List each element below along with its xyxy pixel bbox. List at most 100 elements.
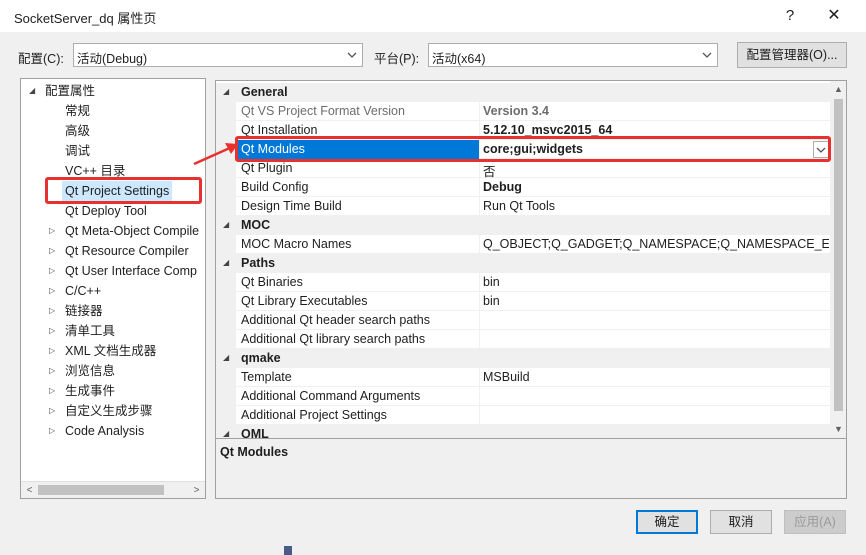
window-title: SocketServer_dq 属性页 xyxy=(14,11,157,26)
grid-category[interactable]: ◢ Paths xyxy=(216,254,830,273)
row-gutter xyxy=(216,178,236,197)
property-name: Additional Qt header search paths xyxy=(241,313,431,327)
scroll-up-icon[interactable]: ▲ xyxy=(830,81,846,98)
configuration-dropdown[interactable]: 活动(Debug) xyxy=(73,43,363,67)
ok-button[interactable]: 确定 xyxy=(636,510,698,534)
tree-item-label: XML 文档生成器 xyxy=(65,344,157,358)
row-gutter xyxy=(216,102,236,121)
expand-triangle-icon[interactable]: ▷ xyxy=(49,261,55,281)
grid-row[interactable]: Design Time Build Run Qt Tools xyxy=(216,197,830,216)
configuration-manager-button[interactable]: 配置管理器(O)... xyxy=(737,42,847,68)
expand-triangle-icon[interactable]: ▷ xyxy=(49,381,55,401)
grid-row[interactable]: Additional Qt library search paths xyxy=(216,330,830,349)
property-value[interactable]: MSBuild xyxy=(483,370,829,384)
column-separator xyxy=(479,406,480,425)
annotation-box-modules xyxy=(235,136,831,162)
grid-row[interactable]: Template MSBuild xyxy=(216,368,830,387)
expand-triangle-icon[interactable]: ▷ xyxy=(49,361,55,381)
property-value[interactable]: bin xyxy=(483,294,829,308)
property-name: Qt Library Executables xyxy=(241,294,368,308)
property-name: Build Config xyxy=(241,180,309,194)
collapse-triangle-icon[interactable]: ◢ xyxy=(223,258,229,267)
property-tree: ◢ 配置属性 常规 高级 调试 VC++ 目录 Qt Project Settings Q… xyxy=(20,78,206,499)
column-separator xyxy=(479,368,480,387)
description-title: Qt Modules xyxy=(220,445,289,459)
property-name: Qt Plugin xyxy=(241,161,293,175)
chevron-down-icon xyxy=(347,52,357,58)
help-button[interactable]: ? xyxy=(776,4,804,28)
expand-triangle-icon[interactable]: ▷ xyxy=(49,421,55,441)
tree-item-label: Code Analysis xyxy=(65,424,145,438)
property-grid: ◢ General Qt VS Project Format Version Vers… xyxy=(215,80,847,439)
platform-dropdown[interactable]: 活动(x64) xyxy=(428,43,718,67)
expand-triangle-icon[interactable]: ▷ xyxy=(49,241,55,261)
grid-row[interactable]: Qt Library Executables bin xyxy=(216,292,830,311)
expand-triangle-icon[interactable]: ▷ xyxy=(49,281,55,301)
grid-row[interactable]: MOC Macro Names Q_OBJECT;Q_GADGET;Q_NAMES… xyxy=(216,235,830,254)
collapse-triangle-icon: ◢ xyxy=(29,86,36,95)
property-name: Design Time Build xyxy=(241,199,342,213)
scrollbar-thumb[interactable] xyxy=(38,485,164,495)
title-bar: SocketServer_dq 属性页 ? ✕ xyxy=(0,0,866,32)
tree-item-label: 常规 xyxy=(65,104,91,118)
grid-category-label: qmake xyxy=(241,351,281,365)
grid-vertical-scrollbar[interactable]: ▲ ▼ xyxy=(830,81,846,438)
grid-category[interactable]: ◢ qmake xyxy=(216,349,830,368)
grid-category-label: QML xyxy=(241,427,269,439)
property-value[interactable]: Q_OBJECT;Q_GADGET;Q_NAMESPACE;Q_NAMESPAC… xyxy=(483,237,829,251)
column-separator xyxy=(479,197,480,216)
annotation-box-tree xyxy=(45,177,202,204)
property-name: Qt Installation xyxy=(241,123,318,137)
configuration-value: 活动(Debug) xyxy=(77,52,148,66)
background-window-edge xyxy=(284,546,292,555)
property-name: Additional Project Settings xyxy=(241,408,387,422)
row-gutter xyxy=(216,406,236,425)
close-button[interactable]: ✕ xyxy=(820,4,848,28)
scroll-left-icon[interactable]: < xyxy=(21,482,38,498)
expand-triangle-icon[interactable]: ▷ xyxy=(49,301,55,321)
row-gutter xyxy=(216,273,236,292)
collapse-triangle-icon[interactable]: ◢ xyxy=(223,353,229,362)
grid-row[interactable]: Qt Binaries bin xyxy=(216,273,830,292)
column-separator xyxy=(479,292,480,311)
grid-category[interactable]: ◢ MOC xyxy=(216,216,830,235)
grid-category-label: Paths xyxy=(241,256,276,270)
row-gutter xyxy=(216,330,236,349)
scroll-right-icon[interactable]: > xyxy=(188,482,205,498)
column-separator xyxy=(479,330,480,349)
expand-triangle-icon[interactable]: ▷ xyxy=(49,401,55,421)
expand-triangle-icon[interactable]: ▷ xyxy=(49,221,55,241)
collapse-triangle-icon[interactable]: ◢ xyxy=(223,87,229,96)
property-value[interactable]: bin xyxy=(483,275,829,289)
grid-row[interactable]: Additional Project Settings xyxy=(216,406,830,425)
grid-row[interactable]: Qt VS Project Format Version Version 3.4 xyxy=(216,102,830,121)
tree-root-label: 配置属性 xyxy=(45,84,96,98)
grid-row[interactable]: Additional Qt header search paths xyxy=(216,311,830,330)
grid-category[interactable]: ◢ General xyxy=(216,83,830,102)
scrollbar-thumb[interactable] xyxy=(834,99,843,411)
collapse-triangle-icon[interactable]: ◢ xyxy=(223,429,229,438)
expand-triangle-icon[interactable]: ▷ xyxy=(49,321,55,341)
row-gutter xyxy=(216,292,236,311)
row-gutter xyxy=(216,311,236,330)
collapse-triangle-icon[interactable]: ◢ xyxy=(223,220,229,229)
property-value[interactable]: 5.12.10_msvc2015_64 xyxy=(483,123,829,137)
grid-row[interactable]: Build Config Debug xyxy=(216,178,830,197)
grid-row[interactable]: Additional Command Arguments xyxy=(216,387,830,406)
cancel-button[interactable]: 取消 xyxy=(710,510,772,534)
property-value[interactable]: Debug xyxy=(483,180,829,194)
apply-button[interactable]: 应用(A) xyxy=(784,510,846,534)
configuration-label: 配置(C): xyxy=(18,52,64,66)
expand-triangle-icon[interactable]: ▷ xyxy=(49,341,55,361)
property-value[interactable]: Run Qt Tools xyxy=(483,199,829,213)
tree-horizontal-scrollbar[interactable]: < > xyxy=(21,481,205,498)
description-pane: Qt Modules xyxy=(215,439,847,499)
property-name: MOC Macro Names xyxy=(241,237,352,251)
column-separator xyxy=(479,102,480,121)
property-value[interactable]: Version 3.4 xyxy=(483,104,829,118)
tree-item-label: 清单工具 xyxy=(65,324,116,338)
grid-category[interactable]: ◢ QML xyxy=(216,425,830,439)
scroll-down-icon[interactable]: ▼ xyxy=(830,421,846,438)
tree-item-label: 高级 xyxy=(65,124,91,138)
tree-item-label: 调试 xyxy=(65,144,91,158)
